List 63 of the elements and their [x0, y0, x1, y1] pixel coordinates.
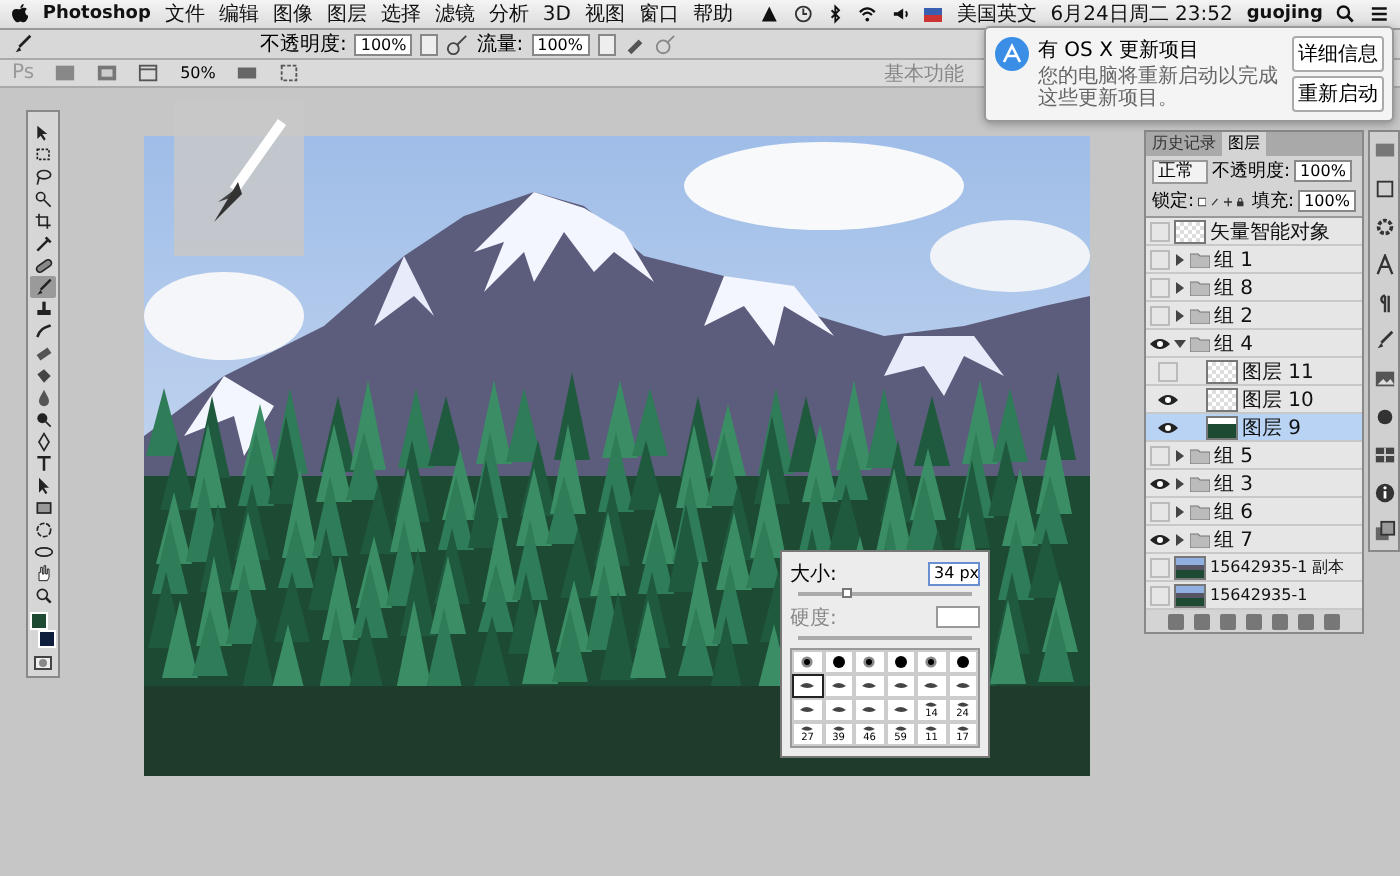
layer-row[interactable]: 组 4	[1146, 330, 1362, 358]
layer-row[interactable]: 组 2	[1146, 302, 1362, 330]
layer-row[interactable]: 图层 9	[1146, 414, 1362, 442]
layer-name: 矢量智能对象	[1210, 219, 1330, 245]
blend-mode-dropdown[interactable]: 正常	[1152, 159, 1208, 183]
hardness-label: 硬度:	[790, 605, 837, 631]
menu-item[interactable]: 图层	[326, 0, 367, 28]
layer-name: 组 3	[1214, 471, 1254, 497]
fill-field[interactable]: 100%	[1298, 190, 1356, 212]
zoom-level[interactable]: 50%	[180, 64, 216, 82]
notification-title: 有 OS X 更新项目	[1038, 37, 1202, 64]
size-label: 大小:	[790, 561, 837, 587]
layer-row[interactable]: 组 8	[1146, 274, 1362, 302]
menu-item[interactable]: 3D	[542, 3, 571, 25]
notification-button[interactable]: 详细信息	[1292, 36, 1384, 72]
menu-item[interactable]: 编辑	[218, 0, 259, 28]
layer-name: 图层 11	[1242, 359, 1314, 385]
flow-label: 流量:	[476, 31, 524, 58]
clock[interactable]: 6月24日周二 23:52	[1050, 0, 1233, 28]
layer-name: 组 2	[1214, 303, 1254, 329]
layer-row[interactable]: 15642935-1	[1146, 582, 1362, 610]
menu-item[interactable]: 文件	[164, 0, 205, 28]
layer-row[interactable]: 图层 10	[1146, 386, 1362, 414]
menu-item[interactable]: 滤镜	[434, 0, 475, 28]
layer-name: 组 7	[1214, 527, 1254, 553]
panel-tab[interactable]: 历史记录	[1146, 132, 1222, 156]
layer-name: 15642935-1	[1210, 586, 1308, 604]
opacity-label: 不透明度:	[260, 31, 347, 58]
layer-name: 组 8	[1214, 275, 1254, 301]
layer-row[interactable]: 组 6	[1146, 498, 1362, 526]
fill-label: 填充:	[1252, 189, 1295, 214]
menu-item[interactable]: 分析	[488, 0, 529, 28]
size-field[interactable]: 34 px	[928, 561, 980, 585]
layer-row[interactable]: 矢量智能对象	[1146, 218, 1362, 246]
layer-row[interactable]: 组 3	[1146, 470, 1362, 498]
opacity-field[interactable]: 100%	[1294, 160, 1352, 182]
layer-row[interactable]: 组 5	[1146, 442, 1362, 470]
menu-item[interactable]: 视图	[584, 0, 625, 28]
menu-item[interactable]: 图像	[272, 0, 313, 28]
layer-name: 组 4	[1214, 331, 1254, 357]
layer-name: 组 1	[1214, 247, 1254, 273]
layer-name: 组 6	[1214, 499, 1254, 525]
flow-field[interactable]: 100%	[531, 33, 589, 55]
lock-label: 锁定:	[1152, 189, 1195, 214]
notification-button[interactable]: 重新启动	[1292, 76, 1384, 112]
layer-name: 图层 10	[1242, 387, 1314, 413]
menu-item[interactable]: 选择	[380, 0, 421, 28]
app-menu[interactable]: Photoshop	[42, 4, 151, 24]
opacity-field[interactable]: 100%	[354, 33, 413, 55]
notification-message: 您的电脑将重新启动以完成这些更新项目。	[1038, 66, 1280, 110]
layer-row[interactable]: 15642935-1 副本	[1146, 554, 1362, 582]
menu-item[interactable]: 窗口	[638, 0, 679, 28]
layer-name: 组 5	[1214, 443, 1254, 469]
input-source[interactable]: 美国英文	[956, 0, 1037, 28]
layer-name: 图层 9	[1242, 415, 1302, 441]
layer-name: 15642935-1 副本	[1210, 556, 1345, 578]
user-name[interactable]: guojing	[1246, 4, 1323, 24]
layer-row[interactable]: 图层 11	[1146, 358, 1362, 386]
panel-tab[interactable]: 图层	[1222, 132, 1266, 156]
opacity-label: 不透明度:	[1212, 159, 1291, 184]
layer-row[interactable]: 组 7	[1146, 526, 1362, 554]
menu-item[interactable]: 帮助	[692, 0, 733, 28]
layer-row[interactable]: 组 1	[1146, 246, 1362, 274]
